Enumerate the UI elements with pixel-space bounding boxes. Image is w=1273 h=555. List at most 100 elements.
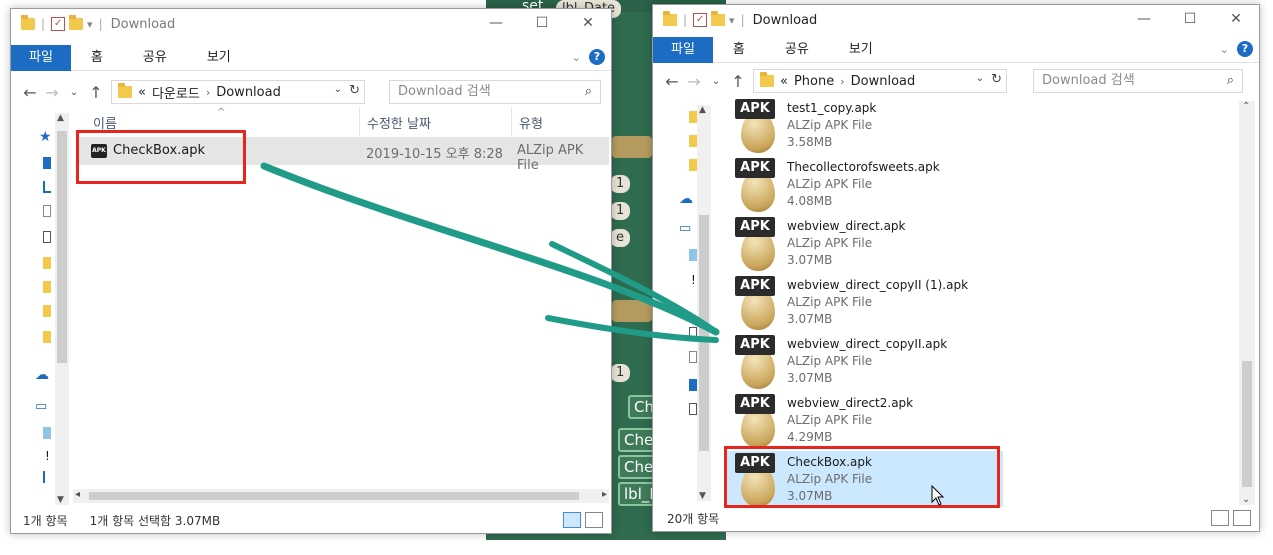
tab-view[interactable]: 보기 [829,37,893,63]
breadcrumb-download[interactable]: Download [851,74,916,89]
maximize-button[interactable]: ☐ [1167,5,1213,35]
list-item[interactable]: APK webview_direct_copyII.apk ALZip APK … [725,335,1003,393]
breadcrumb-download[interactable]: Download [216,85,281,100]
file-list-scrollbar[interactable]: ⌃ ⌄ [1239,101,1255,505]
expand-ribbon-icon[interactable]: ⌄ [1220,43,1229,56]
onedrive-icon[interactable]: ☁ [35,367,49,383]
search-icon[interactable]: ⌕ [585,81,592,103]
properties-icon[interactable]: ✓ [693,13,708,27]
horizontal-scrollbar[interactable]: ◂ ▸ [73,489,609,503]
tab-share[interactable]: 공유 [765,37,829,63]
scroll-up-icon[interactable]: ▲ [57,113,64,123]
maximize-button[interactable]: ☐ [519,9,565,39]
tab-home[interactable]: 홈 [71,45,123,71]
phone-icon[interactable] [689,327,697,339]
list-item[interactable]: APK Thecollectorofsweets.apk ALZip APK F… [725,158,1003,216]
desktop-icon[interactable] [43,157,51,169]
breadcrumb-overflow[interactable]: « [780,74,788,89]
folder-icon[interactable] [43,331,51,343]
scroll-down-icon[interactable]: ▼ [57,495,64,505]
address-dropdown-icon[interactable]: ⌄ [976,73,984,84]
quick-access-star-icon[interactable]: ★ [39,129,52,145]
scroll-right-icon[interactable]: ▸ [602,489,607,500]
folder-icon[interactable] [43,281,51,293]
tab-file[interactable]: 파일 [653,36,713,63]
tab-share[interactable]: 공유 [123,45,187,71]
documents-icon[interactable] [689,351,697,363]
device-icon[interactable]: ! [691,273,696,287]
search-icon[interactable]: ⌕ [1227,70,1234,92]
customize-toolbar-icon[interactable]: ▾ [729,14,735,27]
documents-icon[interactable] [43,205,51,217]
new-folder-icon[interactable] [711,11,726,26]
nav-scrollbar[interactable]: ▲ ▼ [697,105,711,501]
column-header-date[interactable]: 수정한 날짜 [367,113,431,132]
help-icon[interactable]: ? [589,49,605,65]
up-arrow-icon[interactable]: ↑ [85,83,107,102]
network-icon[interactable] [43,471,51,483]
back-arrow-icon[interactable]: ← [19,83,41,102]
details-view-icon[interactable] [1211,510,1229,526]
help-icon[interactable]: ? [1237,41,1253,57]
list-item[interactable]: APK webview_direct_copyII (1).apk ALZip … [725,276,1003,334]
expand-ribbon-icon[interactable]: ⌄ [572,51,581,64]
new-folder-icon[interactable] [69,15,84,30]
folder-icon[interactable] [663,11,677,26]
drive-icon[interactable] [43,427,51,439]
list-item[interactable]: APK webview_direct2.apk ALZip APK File 4… [725,394,1003,452]
folder-icon[interactable] [689,159,697,171]
details-view-icon[interactable] [563,512,581,528]
this-pc-icon[interactable]: ▭ [35,399,47,414]
close-button[interactable]: ✕ [1213,5,1259,35]
address-bar[interactable]: « 다운로드 › Download ⌄ ↻ [111,80,365,104]
tab-view[interactable]: 보기 [187,45,251,71]
file-list-scroll-thumb[interactable] [1242,361,1252,487]
refresh-icon[interactable]: ↻ [991,72,1002,87]
large-icons-view-icon[interactable] [1233,510,1251,526]
search-input[interactable]: Download 검색 ⌕ [389,80,601,104]
folder-icon[interactable] [43,257,51,269]
folder-icon[interactable] [43,305,51,317]
this-pc-icon[interactable]: ▭ [679,221,691,236]
minimize-button[interactable]: — [1121,5,1167,35]
desktop-icon[interactable] [689,379,697,391]
customize-toolbar-icon[interactable]: ▾ [87,18,93,31]
column-header-type[interactable]: 유형 [519,113,543,132]
scroll-down-icon[interactable]: ▼ [699,491,706,501]
folder-icon[interactable] [689,135,697,147]
up-arrow-icon[interactable]: ↑ [727,72,749,91]
list-item[interactable]: APK webview_direct.apk ALZip APK File 3.… [725,217,1003,275]
tab-home[interactable]: 홈 [713,37,765,63]
large-icons-view-icon[interactable] [585,512,603,528]
pictures-icon[interactable] [43,231,51,243]
search-input[interactable]: Download 검색 ⌕ [1033,69,1243,93]
back-arrow-icon[interactable]: ← [661,72,683,91]
minimize-button[interactable]: — [473,9,519,39]
tab-file[interactable]: 파일 [11,44,71,71]
nav-scrollbar[interactable]: ▲ ▼ [55,113,69,505]
breadcrumb-phone[interactable]: Phone [794,74,834,89]
recent-locations-icon[interactable]: ⌄ [705,76,727,87]
nav-scroll-thumb[interactable] [57,131,67,363]
recent-locations-icon[interactable]: ⌄ [63,87,85,98]
properties-icon[interactable]: ✓ [51,17,66,31]
address-dropdown-icon[interactable]: ⌄ [334,84,342,95]
folder-icon[interactable] [21,15,35,30]
horizontal-scroll-thumb[interactable] [89,492,579,500]
downloads-icon[interactable] [43,181,51,193]
drive-icon[interactable] [689,249,697,261]
pictures-icon[interactable] [689,403,697,415]
refresh-icon[interactable]: ↻ [349,83,360,98]
onedrive-icon[interactable]: ☁ [679,191,693,207]
forward-arrow-icon[interactable]: → [683,72,705,91]
device-icon[interactable]: ! [45,449,50,463]
scroll-down-icon[interactable]: ⌄ [1242,494,1250,505]
address-bar[interactable]: « Phone › Download ⌄ ↻ [753,69,1007,93]
list-item[interactable]: APK test1_copy.apk ALZip APK File 3.58MB [725,99,1003,157]
nav-scroll-thumb[interactable] [699,215,709,451]
close-button[interactable]: ✕ [565,9,611,39]
scroll-left-icon[interactable]: ◂ [75,489,80,500]
breadcrumb-overflow[interactable]: « [138,85,146,100]
breadcrumb-downloads[interactable]: 다운로드 [152,83,200,102]
folder-icon[interactable] [689,111,697,123]
